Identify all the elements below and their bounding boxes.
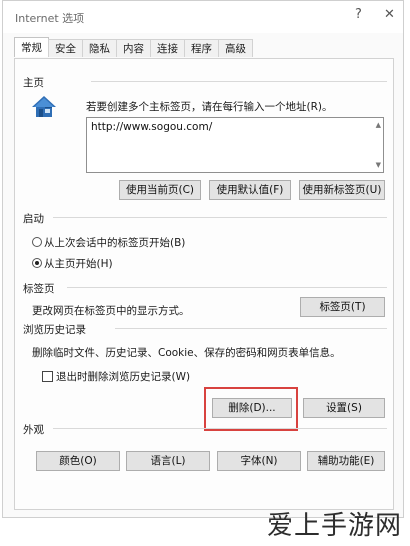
startup-home-label[interactable]: 从主页开始(H) [44,256,113,271]
delete-on-exit-checkbox[interactable] [42,371,53,382]
tabs-description: 更改网页在标签页中的显示方式。 [32,305,190,317]
tab-programs[interactable]: 程序 [184,39,219,57]
tab-privacy[interactable]: 隐私 [82,39,117,57]
window-title: Internet 选项 [15,12,85,25]
delete-on-exit-label[interactable]: 退出时删除浏览历史记录(W) [56,369,190,384]
startup-home-radio[interactable] [32,258,42,268]
tab-strip: 常规 安全 隐私 内容 连接 程序 高级 [14,37,253,58]
tab-general[interactable]: 常规 [14,37,49,57]
tabs-settings-button[interactable]: 标签页(T) [300,297,385,317]
languages-button[interactable]: 语言(L) [126,451,210,471]
scroll-up-icon[interactable]: ▲ [376,121,381,129]
colors-button[interactable]: 颜色(O) [36,451,120,471]
use-default-button[interactable]: 使用默认值(F) [209,180,291,200]
radio-selected-dot [35,261,39,265]
house-icon [31,95,57,122]
tab-advanced[interactable]: 高级 [218,39,253,57]
startup-divider [53,217,387,218]
title-bar: Internet 选项 ? ✕ [3,1,403,33]
fonts-button[interactable]: 字体(N) [217,451,301,471]
tab-security[interactable]: 安全 [48,39,83,57]
watermark-logo: 爱上手游网 [266,511,402,541]
history-description: 删除临时文件、历史记录、Cookie、保存的密码和网页表单信息。 [32,347,341,359]
help-button[interactable]: ? [355,7,362,22]
internet-options-dialog: Internet 选项 ? ✕ 常规 安全 隐私 内容 连接 程序 高级 主页 … [2,0,404,518]
startup-section-label: 启动 [23,213,44,225]
tabs-divider [67,287,387,288]
use-new-tab-button[interactable]: 使用新标签页(U) [299,180,385,200]
general-tab-panel: 主页 若要创建多个主标签页，请在每行输入一个地址(R)。 http://www.… [14,58,394,510]
homepage-divider [91,81,387,82]
appearance-section-label: 外观 [23,424,44,436]
homepage-url-field[interactable]: http://www.sogou.com/ ▲ ▼ [86,117,384,173]
scroll-down-icon[interactable]: ▼ [376,161,381,169]
homepage-section-label: 主页 [23,77,44,89]
history-settings-button[interactable]: 设置(S) [303,398,385,418]
startup-last-session-radio[interactable] [32,237,42,247]
tab-connections[interactable]: 连接 [150,39,185,57]
homepage-url-value: http://www.sogou.com/ [91,121,213,133]
history-divider [115,328,387,329]
startup-last-session-label[interactable]: 从上次会话中的标签页开始(B) [44,235,185,250]
accessibility-button[interactable]: 辅助功能(E) [307,451,385,471]
appearance-divider [53,428,387,429]
homepage-instruction: 若要创建多个主标签页，请在每行输入一个地址(R)。 [86,101,333,113]
history-section-label: 浏览历史记录 [23,324,86,336]
tab-content[interactable]: 内容 [116,39,151,57]
tabs-section-label: 标签页 [23,283,55,295]
highlight-annotation-box [204,387,298,431]
close-button[interactable]: ✕ [384,7,395,22]
use-current-page-button[interactable]: 使用当前页(C) [119,180,201,200]
